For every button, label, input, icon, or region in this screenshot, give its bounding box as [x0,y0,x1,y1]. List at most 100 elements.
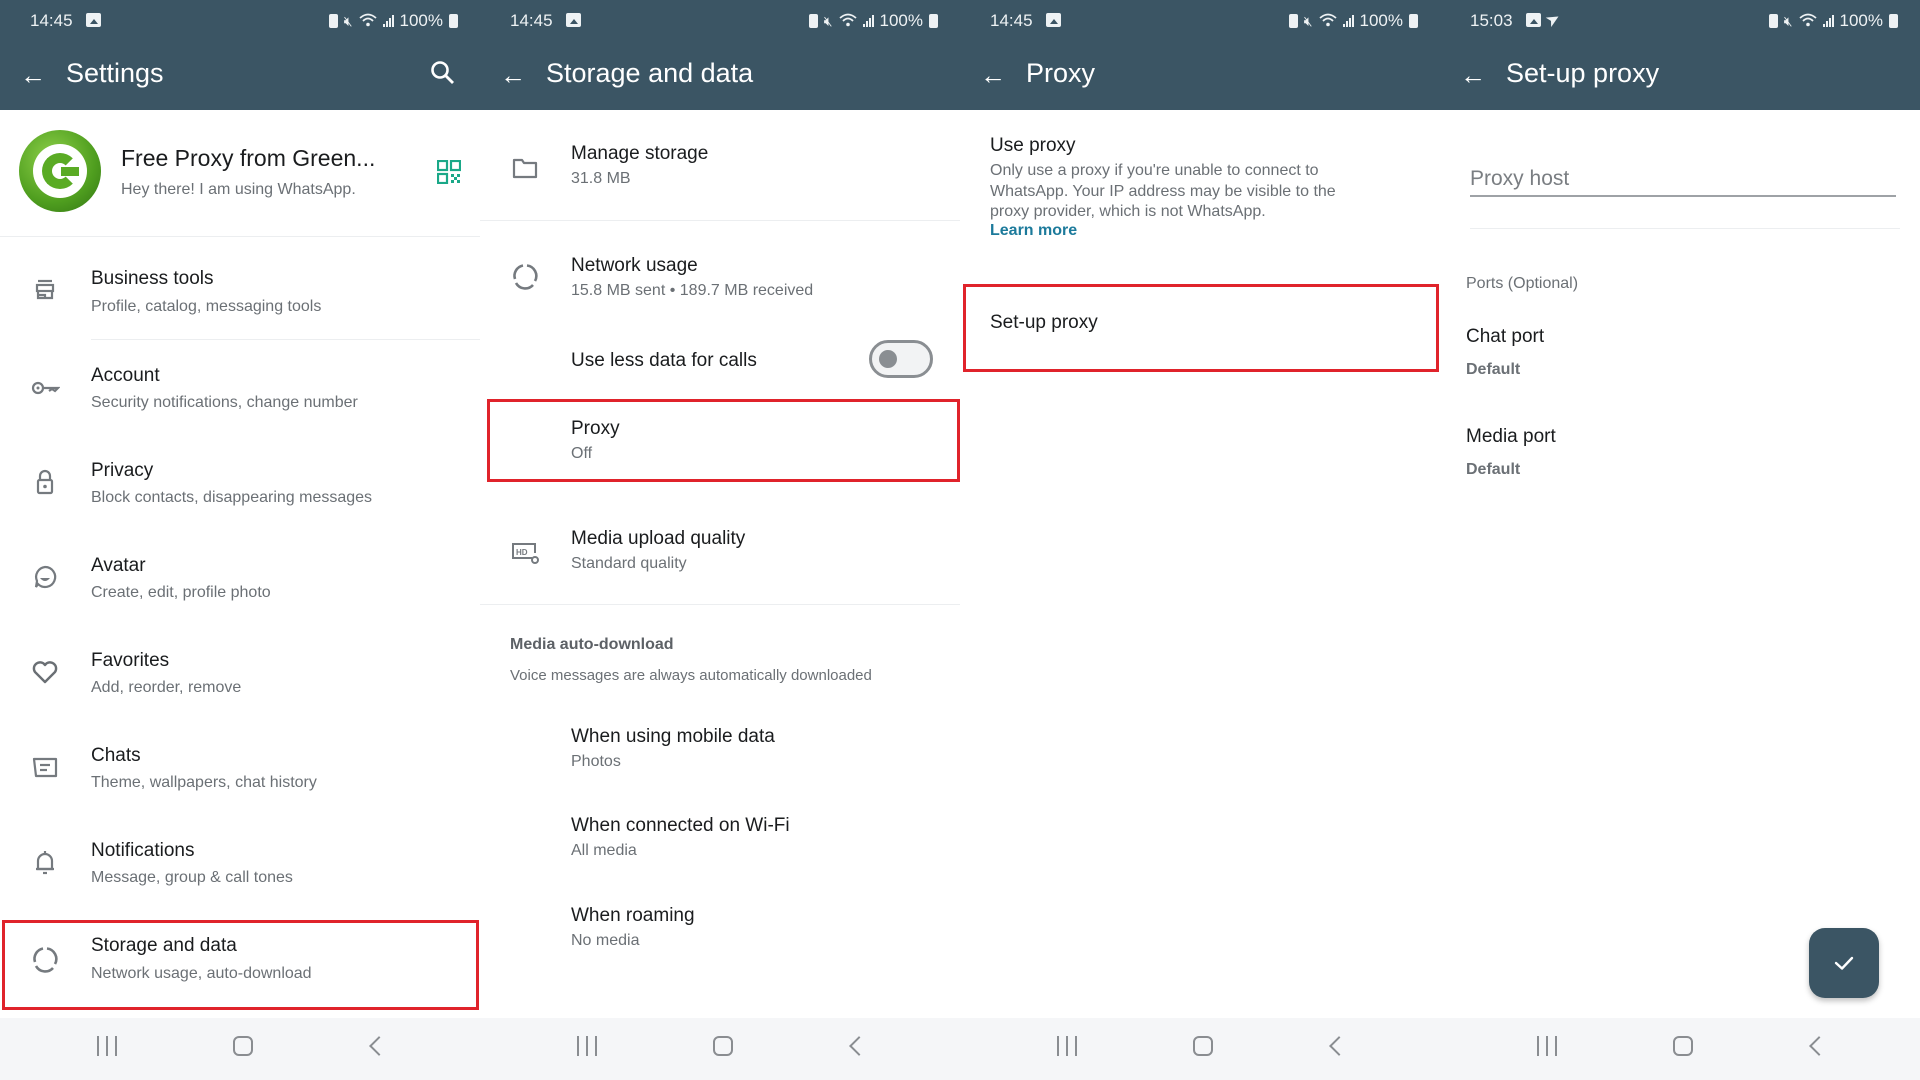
back-button[interactable]: ← [20,60,46,90]
settings-item-favorites[interactable]: Favorites Add, reorder, remove [0,630,480,720]
battery-icon [1409,14,1418,28]
system-nav-bar [1440,1018,1920,1080]
item-subtitle: Photos [571,753,621,770]
home-button[interactable] [233,1036,253,1056]
battery-saver-icon [808,14,818,28]
settings-item-storage-and-data[interactable]: Storage and data Network usage, auto-dow… [0,920,480,1008]
wifi-icon [838,13,857,30]
auto-download-roaming-item[interactable]: When roaming No media [480,890,960,975]
item-subtitle: Network usage, auto-download [91,965,312,982]
settings-item-notifications[interactable]: Notifications Message, group & call tone… [0,820,480,910]
data-usage-icon [510,261,540,291]
learn-more-link[interactable]: Learn more [990,222,1077,240]
app-bar: 14:45 🔇︎ 100% ← Settings [0,0,480,110]
item-subtitle: 15.8 MB sent • 189.7 MB received [571,282,814,299]
battery-level: 100% [1839,11,1883,30]
status-indicators: 🔇︎ 100% [1288,11,1418,31]
media-port-item[interactable]: Media port Default [1440,410,1920,490]
gallery-notification-icon [1526,13,1541,27]
avatar[interactable] [19,130,101,212]
network-usage-item[interactable]: Network usage 15.8 MB sent • 189.7 MB re… [480,232,960,317]
system-back-button[interactable] [369,1036,389,1056]
profile-status: Hey there! I am using WhatsApp. [121,181,356,198]
battery-icon [449,14,458,28]
auto-download-mobile-item[interactable]: When using mobile data Photos [480,710,960,795]
recent-apps-button[interactable] [1057,1036,1077,1056]
item-subtitle: Add, reorder, remove [91,679,242,696]
item-subtitle: All media [571,842,637,859]
folder-icon [510,153,540,183]
battery-saver-icon [1288,14,1298,28]
item-title: When roaming [571,905,695,926]
system-back-button[interactable] [849,1036,869,1056]
mute-icon: 🔇︎ [1783,12,1793,29]
system-back-button[interactable] [1809,1036,1829,1056]
item-subtitle: Profile, catalog, messaging tools [91,298,322,315]
system-back-button[interactable] [1329,1036,1349,1056]
gallery-notification-icon [566,13,581,27]
wifi-icon [358,13,377,30]
setup-proxy-screen: 15:03 ➤ 🔇︎ 100% ← Set-up proxy Ports (Op… [1440,0,1920,1080]
storage-and-data-screen: 14:45 🔇︎ 100% ← Storage and data Manage … [480,0,960,1080]
item-title: Media port [1466,426,1556,447]
settings-item-chats[interactable]: Chats Theme, wallpapers, chat history [0,725,480,815]
manage-storage-item[interactable]: Manage storage 31.8 MB [480,120,960,220]
status-time: 14:45 [510,11,553,30]
item-title: Network usage [571,255,698,276]
recent-apps-button[interactable] [577,1036,597,1056]
settings-item-account[interactable]: Account Security notifications, change n… [0,345,480,435]
item-title: Storage and data [91,935,237,956]
signal-icon [862,15,874,27]
item-title: Chats [91,745,141,766]
auto-download-wifi-item[interactable]: When connected on Wi-Fi All media [480,800,960,885]
setup-proxy-item[interactable]: Set-up proxy [960,284,1440,372]
recent-apps-button[interactable] [97,1036,117,1056]
wifi-icon [1798,13,1817,30]
save-fab-button[interactable] [1809,928,1879,998]
signal-icon [1342,15,1354,27]
settings-item-business-tools[interactable]: Business tools Profile, catalog, messagi… [0,240,480,335]
back-button[interactable]: ← [1460,60,1486,90]
search-icon [431,61,454,84]
page-title: Settings [66,58,164,88]
battery-saver-icon [328,14,338,28]
search-button[interactable] [428,58,458,88]
avatar-icon [30,562,60,592]
data-usage-icon [30,944,60,974]
item-title: Set-up proxy [990,312,1098,333]
divider [91,339,480,340]
item-subtitle: Off [571,445,593,462]
profile-name: Free Proxy from Green... [121,145,376,171]
settings-item-privacy[interactable]: Privacy Block contacts, disappearing mes… [0,440,480,530]
lock-icon [30,467,60,497]
heart-icon [30,657,60,687]
back-button[interactable]: ← [980,60,1006,90]
back-button[interactable]: ← [500,60,526,90]
status-bar: 14:45 🔇︎ 100% [480,0,960,42]
settings-item-avatar[interactable]: Avatar Create, edit, profile photo [0,535,480,625]
qr-code-icon [436,159,462,185]
status-time: 14:45 [990,11,1033,30]
battery-icon [1889,14,1898,28]
hd-settings-icon: HD [510,538,540,568]
home-button[interactable] [1193,1036,1213,1056]
proxy-host-input[interactable] [1470,163,1896,197]
media-upload-quality-item[interactable]: HD Media upload quality Standard quality [480,505,960,600]
home-button[interactable] [713,1036,733,1056]
chat-port-item[interactable]: Chat port Default [1440,310,1920,390]
page-title: Proxy [1026,58,1096,88]
proxy-item[interactable]: Proxy Off [480,400,960,480]
system-nav-bar [0,1018,480,1080]
item-title: When using mobile data [571,726,775,747]
mute-icon: 🔇︎ [1303,12,1313,29]
home-button[interactable] [1673,1036,1693,1056]
recent-apps-button[interactable] [1537,1036,1557,1056]
status-indicators: 🔇︎ 100% [808,11,938,31]
mute-icon: 🔇︎ [343,12,353,29]
qr-code-button[interactable] [436,159,462,185]
check-icon [1834,956,1854,970]
battery-level: 100% [399,11,443,30]
use-less-data-toggle[interactable] [869,340,933,378]
mute-icon: 🔇︎ [823,12,833,29]
item-title: Chat port [1466,326,1545,347]
